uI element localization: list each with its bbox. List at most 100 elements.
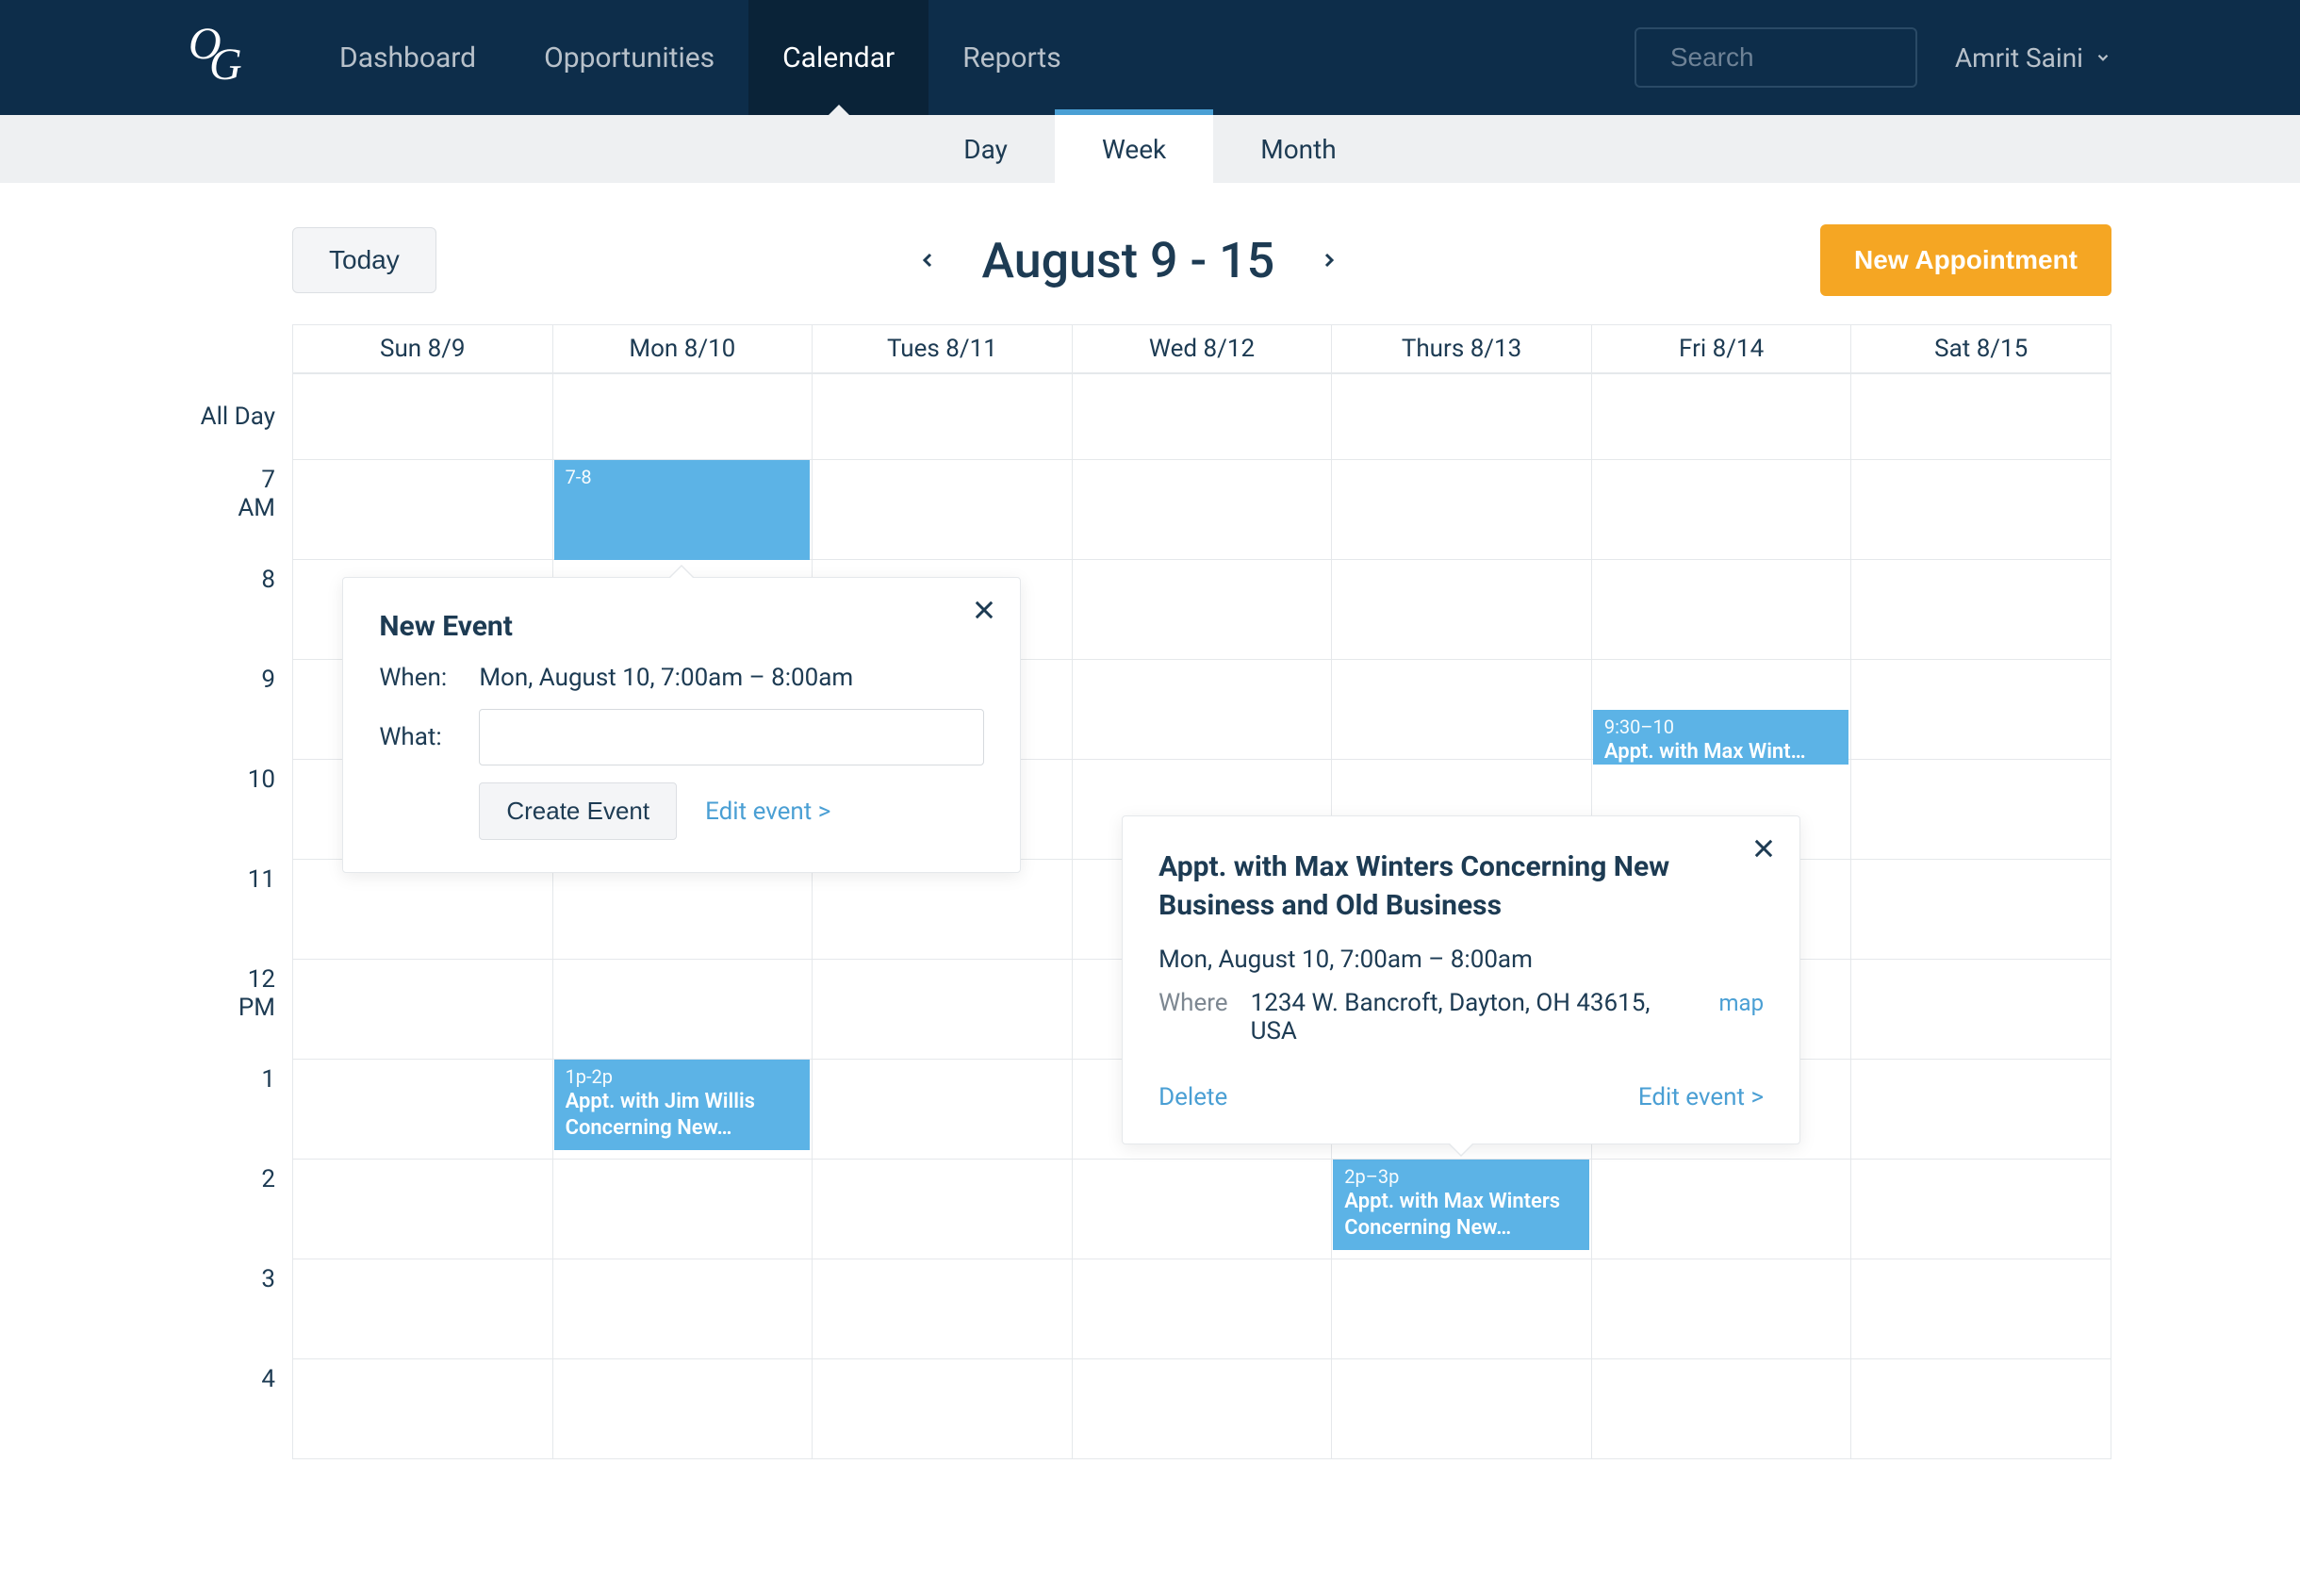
hour-cell[interactable]: [552, 1359, 813, 1459]
all-day-label: All Day: [189, 373, 292, 460]
search-box[interactable]: [1635, 27, 1917, 88]
hour-cell[interactable]: [812, 860, 1072, 960]
create-event-button[interactable]: Create Event: [479, 782, 677, 840]
hour-cell[interactable]: [1331, 460, 1591, 560]
map-link[interactable]: map: [1718, 990, 1764, 1016]
hour-cell[interactable]: [812, 1060, 1072, 1160]
chevron-down-icon: [2095, 49, 2111, 66]
hour-cell[interactable]: [812, 1160, 1072, 1259]
hour-cell[interactable]: [1850, 460, 2111, 560]
hour-cell[interactable]: [1850, 560, 2111, 660]
nav-item-dashboard[interactable]: Dashboard: [305, 0, 510, 115]
all-day-cell[interactable]: [1591, 373, 1851, 460]
hour-cell[interactable]: [1591, 1160, 1851, 1259]
subtab-month[interactable]: Month: [1213, 115, 1383, 183]
delete-link[interactable]: Delete: [1158, 1083, 1227, 1111]
hour-cell[interactable]: [1072, 1359, 1332, 1459]
hour-cell[interactable]: [1591, 460, 1851, 560]
hour-cell[interactable]: [292, 460, 552, 560]
day-header: Sat 8/15: [1850, 324, 2111, 373]
calendar-wrap: Sun 8/9Mon 8/10Tues 8/11Wed 8/12Thurs 8/…: [0, 324, 2300, 1516]
chevron-right-icon: [1318, 249, 1340, 271]
hour-cell[interactable]: [552, 860, 813, 960]
logo[interactable]: OG: [189, 27, 249, 88]
event-block[interactable]: 1p-2p Appt. with Jim Willis Concerning N…: [554, 1060, 811, 1150]
hour-cell[interactable]: [1591, 560, 1851, 660]
hour-cell[interactable]: [812, 1259, 1072, 1359]
hour-cell[interactable]: [292, 960, 552, 1060]
edit-event-link[interactable]: Edit event >: [1638, 1083, 1764, 1111]
all-day-cell[interactable]: [552, 373, 813, 460]
hour-cell[interactable]: [292, 860, 552, 960]
hour-cell[interactable]: [1331, 660, 1591, 760]
hour-cell[interactable]: [1072, 1259, 1332, 1359]
hour-cell[interactable]: [1850, 1359, 2111, 1459]
what-input[interactable]: [479, 709, 984, 765]
what-label: What:: [379, 723, 460, 751]
hour-cell[interactable]: [812, 960, 1072, 1060]
prev-week-button[interactable]: [907, 239, 948, 281]
event-time: 7-8: [566, 466, 799, 489]
all-day-cell[interactable]: [1072, 373, 1332, 460]
hour-cell[interactable]: [1591, 1259, 1851, 1359]
day-header: Fri 8/14: [1591, 324, 1851, 373]
hour-label: 12PM: [189, 960, 292, 1060]
hour-cell[interactable]: [1591, 1359, 1851, 1459]
hour-cell[interactable]: [812, 1359, 1072, 1459]
all-day-cell[interactable]: [812, 373, 1072, 460]
hour-cell[interactable]: [1072, 460, 1332, 560]
close-button[interactable]: [1750, 835, 1777, 862]
hour-cell[interactable]: [1331, 1259, 1591, 1359]
hour-label: 3: [189, 1259, 292, 1359]
hour-cell[interactable]: [1850, 660, 2111, 760]
event-time: 2p–3p: [1344, 1165, 1578, 1189]
hour-cell[interactable]: [552, 1259, 813, 1359]
hour-cell[interactable]: [1850, 760, 2111, 860]
user-menu[interactable]: Amrit Saini: [1955, 42, 2111, 74]
nav-item-opportunities[interactable]: Opportunities: [510, 0, 748, 115]
edit-event-link[interactable]: Edit event >: [705, 798, 830, 826]
hour-cell[interactable]: [292, 1359, 552, 1459]
event-block[interactable]: 9:30–10 Appt. with Max Wint…: [1593, 710, 1849, 765]
today-button[interactable]: Today: [292, 227, 436, 293]
hour-cell[interactable]: [1331, 1359, 1591, 1459]
nav-item-calendar[interactable]: Calendar: [748, 0, 928, 115]
user-name: Amrit Saini: [1955, 42, 2083, 74]
nav-item-reports[interactable]: Reports: [928, 0, 1095, 115]
hour-cell[interactable]: [552, 960, 813, 1060]
hour-cell[interactable]: [1072, 1160, 1332, 1259]
all-day-cell[interactable]: [292, 373, 552, 460]
hour-cell[interactable]: [552, 1160, 813, 1259]
event-block[interactable]: 7-8: [554, 460, 811, 560]
new-appointment-button[interactable]: New Appointment: [1820, 224, 2111, 296]
subtab-day[interactable]: Day: [916, 115, 1055, 183]
when-label: When:: [379, 664, 460, 692]
close-button[interactable]: [971, 597, 997, 623]
new-event-popover: New Event When: Mon, August 10, 7:00am –…: [342, 577, 1021, 873]
close-icon: [971, 597, 997, 623]
hour-label: 10: [189, 760, 292, 860]
all-day-cell[interactable]: [1331, 373, 1591, 460]
event-block[interactable]: 2p–3p Appt. with Max Winters Concerning …: [1333, 1160, 1589, 1250]
hour-cell[interactable]: [1331, 560, 1591, 660]
chevron-left-icon: [916, 249, 939, 271]
hour-cell[interactable]: [1850, 960, 2111, 1060]
hour-cell[interactable]: [292, 1060, 552, 1160]
next-week-button[interactable]: [1308, 239, 1350, 281]
hour-cell[interactable]: [292, 1160, 552, 1259]
all-day-cell[interactable]: [1850, 373, 2111, 460]
day-header: Mon 8/10: [552, 324, 813, 373]
event-detail-popover: Appt. with Max Winters Concerning New Bu…: [1122, 815, 1800, 1144]
calendar-toolbar: Today August 9 - 15 New Appointment: [0, 183, 2300, 324]
hour-cell[interactable]: [292, 1259, 552, 1359]
hour-cell[interactable]: [1850, 1160, 2111, 1259]
hour-cell[interactable]: [1072, 560, 1332, 660]
day-header: Thurs 8/13: [1331, 324, 1591, 373]
hour-cell[interactable]: [812, 460, 1072, 560]
hour-cell[interactable]: [1850, 860, 2111, 960]
hour-cell[interactable]: [1850, 1259, 2111, 1359]
subtab-week[interactable]: Week: [1055, 115, 1213, 183]
hour-cell[interactable]: [1850, 1060, 2111, 1160]
hour-cell[interactable]: [1072, 660, 1332, 760]
popover-title: New Event: [379, 610, 984, 643]
